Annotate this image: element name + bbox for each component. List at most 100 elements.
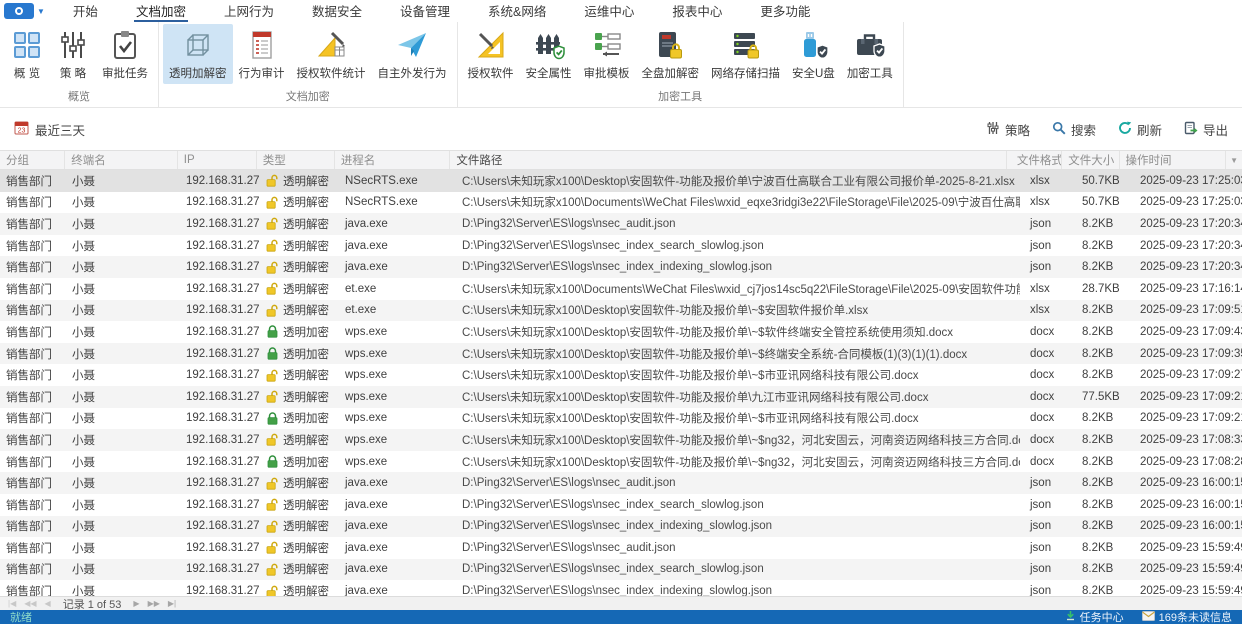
col-header-path[interactable]: 文件路径: [450, 151, 1007, 169]
date-filter-button[interactable]: 23 最近三天: [14, 120, 85, 139]
ribbon-item-authorized-software[interactable]: 授权软件: [462, 24, 520, 84]
export-button[interactable]: 导出: [1184, 120, 1228, 139]
cell: 销售部门: [0, 235, 66, 257]
next-page-button[interactable]: ▶▶: [146, 598, 162, 610]
unread-messages-button[interactable]: 169条未读信息: [1142, 609, 1232, 624]
table-row[interactable]: 销售部门小聂192.168.31.27透明加密wps.exeC:\Users\未…: [0, 321, 1242, 343]
cell: 小聂: [66, 213, 180, 235]
col-header-type[interactable]: 类型: [257, 151, 335, 169]
cell: 8.2KB: [1076, 235, 1134, 257]
col-header-time[interactable]: 操作时间: [1120, 151, 1227, 169]
cell: 192.168.31.27: [180, 321, 260, 343]
cell: 销售部门: [0, 386, 66, 408]
ribbon-item-secure-usb[interactable]: 安全U盘: [786, 24, 841, 84]
table-row[interactable]: 销售部门小聂192.168.31.27透明解密java.exeD:\Ping32…: [0, 235, 1242, 257]
menu-tab-more[interactable]: 更多功能: [758, 0, 812, 22]
ribbon-item-security-attributes[interactable]: 安全属性: [520, 24, 578, 84]
sliders-small-icon: [986, 121, 1000, 138]
cell: D:\Ping32\Server\ES\logs\nsec_index_sear…: [456, 494, 1020, 516]
paper-plane-icon: [395, 28, 429, 62]
menu-tab-report-center[interactable]: 报表中心: [670, 0, 724, 22]
table-row[interactable]: 销售部门小聂192.168.31.27透明解密java.exeD:\Ping32…: [0, 256, 1242, 278]
ribbon-item-overview[interactable]: 概 览: [4, 24, 50, 84]
ruler-pencil-icon: [474, 28, 508, 62]
col-header-size[interactable]: 文件大小: [1062, 151, 1119, 169]
cell: 8.2KB: [1076, 537, 1134, 559]
prev-page-button[interactable]: ◀◀: [22, 598, 38, 610]
table-row[interactable]: 销售部门小聂192.168.31.27透明解密java.exeD:\Ping32…: [0, 213, 1242, 235]
cell: wps.exe: [339, 451, 456, 473]
refresh-button[interactable]: 刷新: [1118, 120, 1162, 139]
cell: 销售部门: [0, 343, 66, 365]
cell: D:\Ping32\Server\ES\logs\nsec_index_sear…: [456, 559, 1020, 581]
menu-tab-start[interactable]: 开始: [71, 0, 100, 22]
cell: java.exe: [339, 580, 456, 596]
table-row[interactable]: 销售部门小聂192.168.31.27透明解密java.exeD:\Ping32…: [0, 537, 1242, 559]
lock-open-icon: 透明解密: [260, 170, 339, 192]
table-row[interactable]: 销售部门小聂192.168.31.27透明解密java.exeD:\Ping32…: [0, 472, 1242, 494]
next-record-button[interactable]: ▶: [131, 598, 141, 610]
menu-tab-web-behavior[interactable]: 上网行为: [222, 0, 276, 22]
menu-tab-doc-encryption[interactable]: 文档加密: [134, 0, 188, 22]
ribbon-item-encryption-tools[interactable]: 加密工具: [841, 24, 899, 84]
ribbon-item-outgoing-behavior[interactable]: 自主外发行为: [372, 24, 453, 84]
ribbon-item-authorized-software-stats[interactable]: 授权软件统计: [291, 24, 372, 84]
cell: 销售部门: [0, 321, 66, 343]
col-header-format[interactable]: 文件格式: [1007, 151, 1062, 169]
cell: 8.2KB: [1076, 472, 1134, 494]
col-header-group[interactable]: 分组: [0, 151, 65, 169]
cell: 销售部门: [0, 213, 66, 235]
table-row[interactable]: 销售部门小聂192.168.31.27透明解密NSecRTS.exeC:\Use…: [0, 170, 1242, 192]
ribbon-item-approval-template[interactable]: 审批模板: [578, 24, 636, 84]
table-row[interactable]: 销售部门小聂192.168.31.27透明加密wps.exeC:\Users\未…: [0, 408, 1242, 430]
cell: 小聂: [66, 580, 180, 596]
table-row[interactable]: 销售部门小聂192.168.31.27透明加密wps.exeC:\Users\未…: [0, 343, 1242, 365]
cell: 2025-09-23 17:20:34: [1134, 235, 1242, 257]
table-row[interactable]: 销售部门小聂192.168.31.27透明解密wps.exeC:\Users\未…: [0, 386, 1242, 408]
table-row[interactable]: 销售部门小聂192.168.31.27透明解密et.exeC:\Users\未知…: [0, 278, 1242, 300]
task-center-button[interactable]: 任务中心: [1065, 609, 1124, 624]
table-row[interactable]: 销售部门小聂192.168.31.27透明解密wps.exeC:\Users\未…: [0, 364, 1242, 386]
first-record-button[interactable]: |◀: [6, 598, 18, 610]
column-filter-caret-icon[interactable]: ▼: [1226, 151, 1242, 169]
ribbon-item-transparent-encryption[interactable]: 透明加解密: [163, 24, 233, 84]
lock-open-icon: 透明解密: [260, 386, 339, 408]
menu-tab-ops-center[interactable]: 运维中心: [582, 0, 636, 22]
ribbon-item-network-storage-scan[interactable]: 网络存储扫描: [705, 24, 786, 84]
table-row[interactable]: 销售部门小聂192.168.31.27透明解密java.exeD:\Ping32…: [0, 494, 1242, 516]
ready-status-label: 就绪: [10, 609, 32, 624]
menu-tab-data-security[interactable]: 数据安全: [310, 0, 364, 22]
ribbon-item-approval-tasks[interactable]: 审批任务: [96, 24, 154, 84]
ribbon: 概 览 策 略 审批任务 概览: [0, 22, 1242, 108]
app-menu-button[interactable]: ▼: [0, 3, 53, 19]
cell: 192.168.31.27: [180, 192, 260, 214]
ribbon-item-policy[interactable]: 策 略: [50, 24, 96, 84]
download-arrow-icon: [1065, 610, 1076, 624]
disk-lock-icon: [653, 28, 687, 62]
policy-button[interactable]: 策略: [986, 120, 1030, 139]
menu-tab-device-mgmt[interactable]: 设备管理: [398, 0, 452, 22]
last-record-button[interactable]: ▶|: [166, 598, 178, 610]
table-row[interactable]: 销售部门小聂192.168.31.27透明解密java.exeD:\Ping32…: [0, 516, 1242, 538]
cell: C:\Users\未知玩家x100\Desktop\安固软件-功能及报价单\宁波…: [456, 170, 1020, 192]
cell: NSecRTS.exe: [339, 192, 456, 214]
table-row[interactable]: 销售部门小聂192.168.31.27透明解密java.exeD:\Ping32…: [0, 580, 1242, 596]
refresh-icon: [1118, 121, 1132, 138]
lock-open-icon: 透明解密: [260, 580, 339, 596]
prev-record-button[interactable]: ◀: [43, 598, 53, 610]
menu-tab-system-network[interactable]: 系统&网络: [486, 0, 548, 22]
search-button[interactable]: 搜索: [1052, 120, 1096, 139]
col-header-ip[interactable]: IP: [178, 151, 257, 169]
lock-open-icon: 透明解密: [260, 429, 339, 451]
menu-tab-bar: 开始 文档加密 上网行为 数据安全 设备管理 系统&网络 运维中心 报表中心 更…: [71, 0, 812, 22]
table-row[interactable]: 销售部门小聂192.168.31.27透明解密NSecRTS.exeC:\Use…: [0, 192, 1242, 214]
table-row[interactable]: 销售部门小聂192.168.31.27透明解密wps.exeC:\Users\未…: [0, 429, 1242, 451]
ribbon-item-fulldisk-encryption[interactable]: 全盘加解密: [636, 24, 706, 84]
table-row[interactable]: 销售部门小聂192.168.31.27透明解密et.exeC:\Users\未知…: [0, 300, 1242, 322]
table-row[interactable]: 销售部门小聂192.168.31.27透明加密wps.exeC:\Users\未…: [0, 451, 1242, 473]
col-header-process[interactable]: 进程名: [335, 151, 451, 169]
ribbon-item-behavior-audit[interactable]: 行为审计: [233, 24, 291, 84]
col-header-terminal[interactable]: 终端名: [65, 151, 178, 169]
cell: json: [1020, 516, 1076, 538]
table-row[interactable]: 销售部门小聂192.168.31.27透明解密java.exeD:\Ping32…: [0, 559, 1242, 581]
